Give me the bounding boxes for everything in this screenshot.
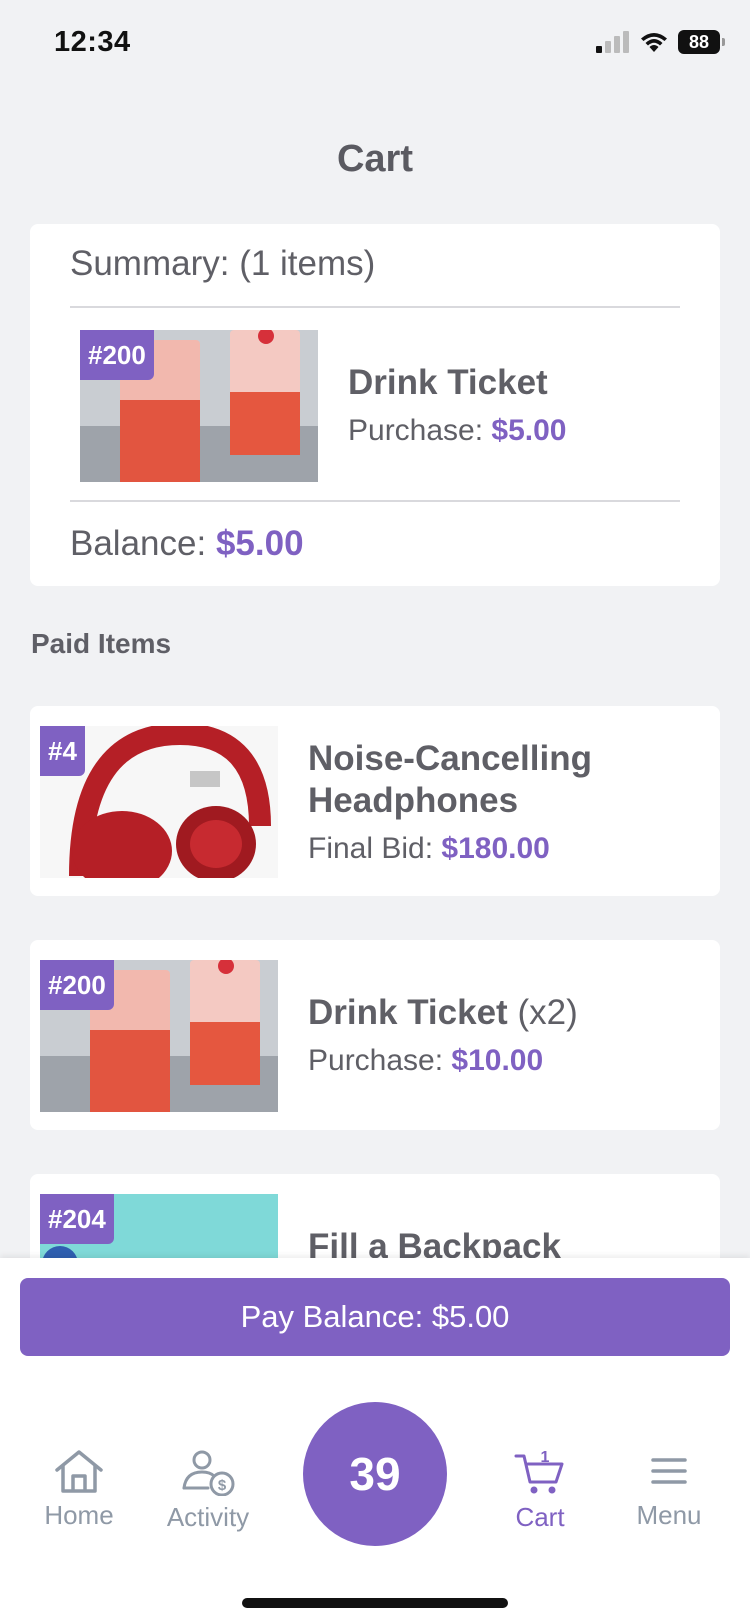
paid-item-card[interactable]: #4 Noise-Cancelling Headphones Final Bid…	[30, 706, 720, 896]
item-number-badge: #200	[40, 960, 114, 1010]
svg-text:$: $	[218, 1477, 227, 1494]
page-title: Cart	[336, 138, 414, 180]
wifi-icon	[641, 33, 667, 52]
cart-icon: 1	[514, 1449, 564, 1494]
bottom-panel: Pay Balance: $5.00 Home $ Activity 39 1 …	[0, 1258, 750, 1624]
status-bar: 12:34 88	[0, 0, 750, 90]
price-value: $5.00	[491, 414, 567, 447]
divider	[70, 500, 680, 502]
balance-label: Balance:	[70, 524, 207, 563]
pay-balance-button[interactable]: Pay Balance: $5.00	[20, 1278, 730, 1356]
summary-item-image[interactable]: #200	[80, 330, 318, 482]
paid-item-image: #200	[40, 960, 278, 1112]
divider	[70, 306, 680, 308]
cart-count: 1	[541, 1449, 550, 1466]
paid-item-price: Final Bid: $180.00	[308, 832, 550, 866]
center-action-button[interactable]: 39	[303, 1402, 447, 1546]
tab-menu-label: Menu	[636, 1500, 702, 1530]
summary-card: Summary: (1 items) #200 Drink Ticket Pur…	[30, 224, 720, 586]
status-icons: 88	[596, 30, 725, 54]
tab-bar: Home $ Activity 39 1 Cart Menu	[0, 1378, 750, 1568]
activity-icon: $	[182, 1450, 235, 1496]
paid-item-image: #4	[40, 726, 278, 878]
price-label: Purchase:	[308, 1044, 444, 1077]
battery-icon: 88	[678, 30, 725, 54]
balance-value: $5.00	[215, 524, 304, 563]
tab-cart[interactable]: 1 Cart	[480, 1448, 600, 1533]
status-time: 12:34	[54, 26, 131, 58]
price-label: Purchase:	[348, 414, 484, 447]
price-value: $180.00	[441, 832, 550, 865]
paid-item-title: Noise-Cancelling Headphones	[308, 738, 592, 822]
balance-line: Balance: $5.00	[70, 524, 304, 564]
home-icon	[55, 1450, 103, 1493]
tab-home-label: Home	[44, 1500, 114, 1530]
title-line: Noise-Cancelling	[308, 739, 592, 778]
paid-items-heading: Paid Items	[31, 628, 172, 659]
tab-menu[interactable]: Menu	[609, 1448, 729, 1531]
title-text: Drink Ticket	[308, 993, 508, 1032]
summary-header: Summary: (1 items)	[70, 244, 376, 283]
tab-activity-label: Activity	[166, 1502, 250, 1532]
paid-item-card[interactable]: #200 Drink Ticket (x2) Purchase: $10.00	[30, 940, 720, 1130]
item-number-badge: #4	[40, 726, 85, 776]
price-value: $10.00	[451, 1044, 544, 1077]
title-line: Headphones	[308, 781, 519, 820]
item-number-badge: #200	[80, 330, 154, 380]
paid-item-title: Drink Ticket (x2)	[308, 992, 578, 1034]
menu-icon	[651, 1458, 687, 1484]
item-number-badge: #204	[40, 1194, 114, 1244]
summary-item-title: Drink Ticket	[348, 363, 548, 402]
tab-cart-label: Cart	[515, 1502, 565, 1532]
paid-item-price: Purchase: $10.00	[308, 1044, 543, 1078]
summary-item-price: Purchase: $5.00	[348, 414, 567, 448]
quantity: (x2)	[517, 993, 578, 1032]
tab-activity[interactable]: $ Activity	[148, 1448, 268, 1533]
tab-home[interactable]: Home	[19, 1448, 139, 1531]
signal-icon	[596, 31, 629, 53]
home-indicator	[242, 1598, 508, 1608]
price-label: Final Bid:	[308, 832, 434, 865]
